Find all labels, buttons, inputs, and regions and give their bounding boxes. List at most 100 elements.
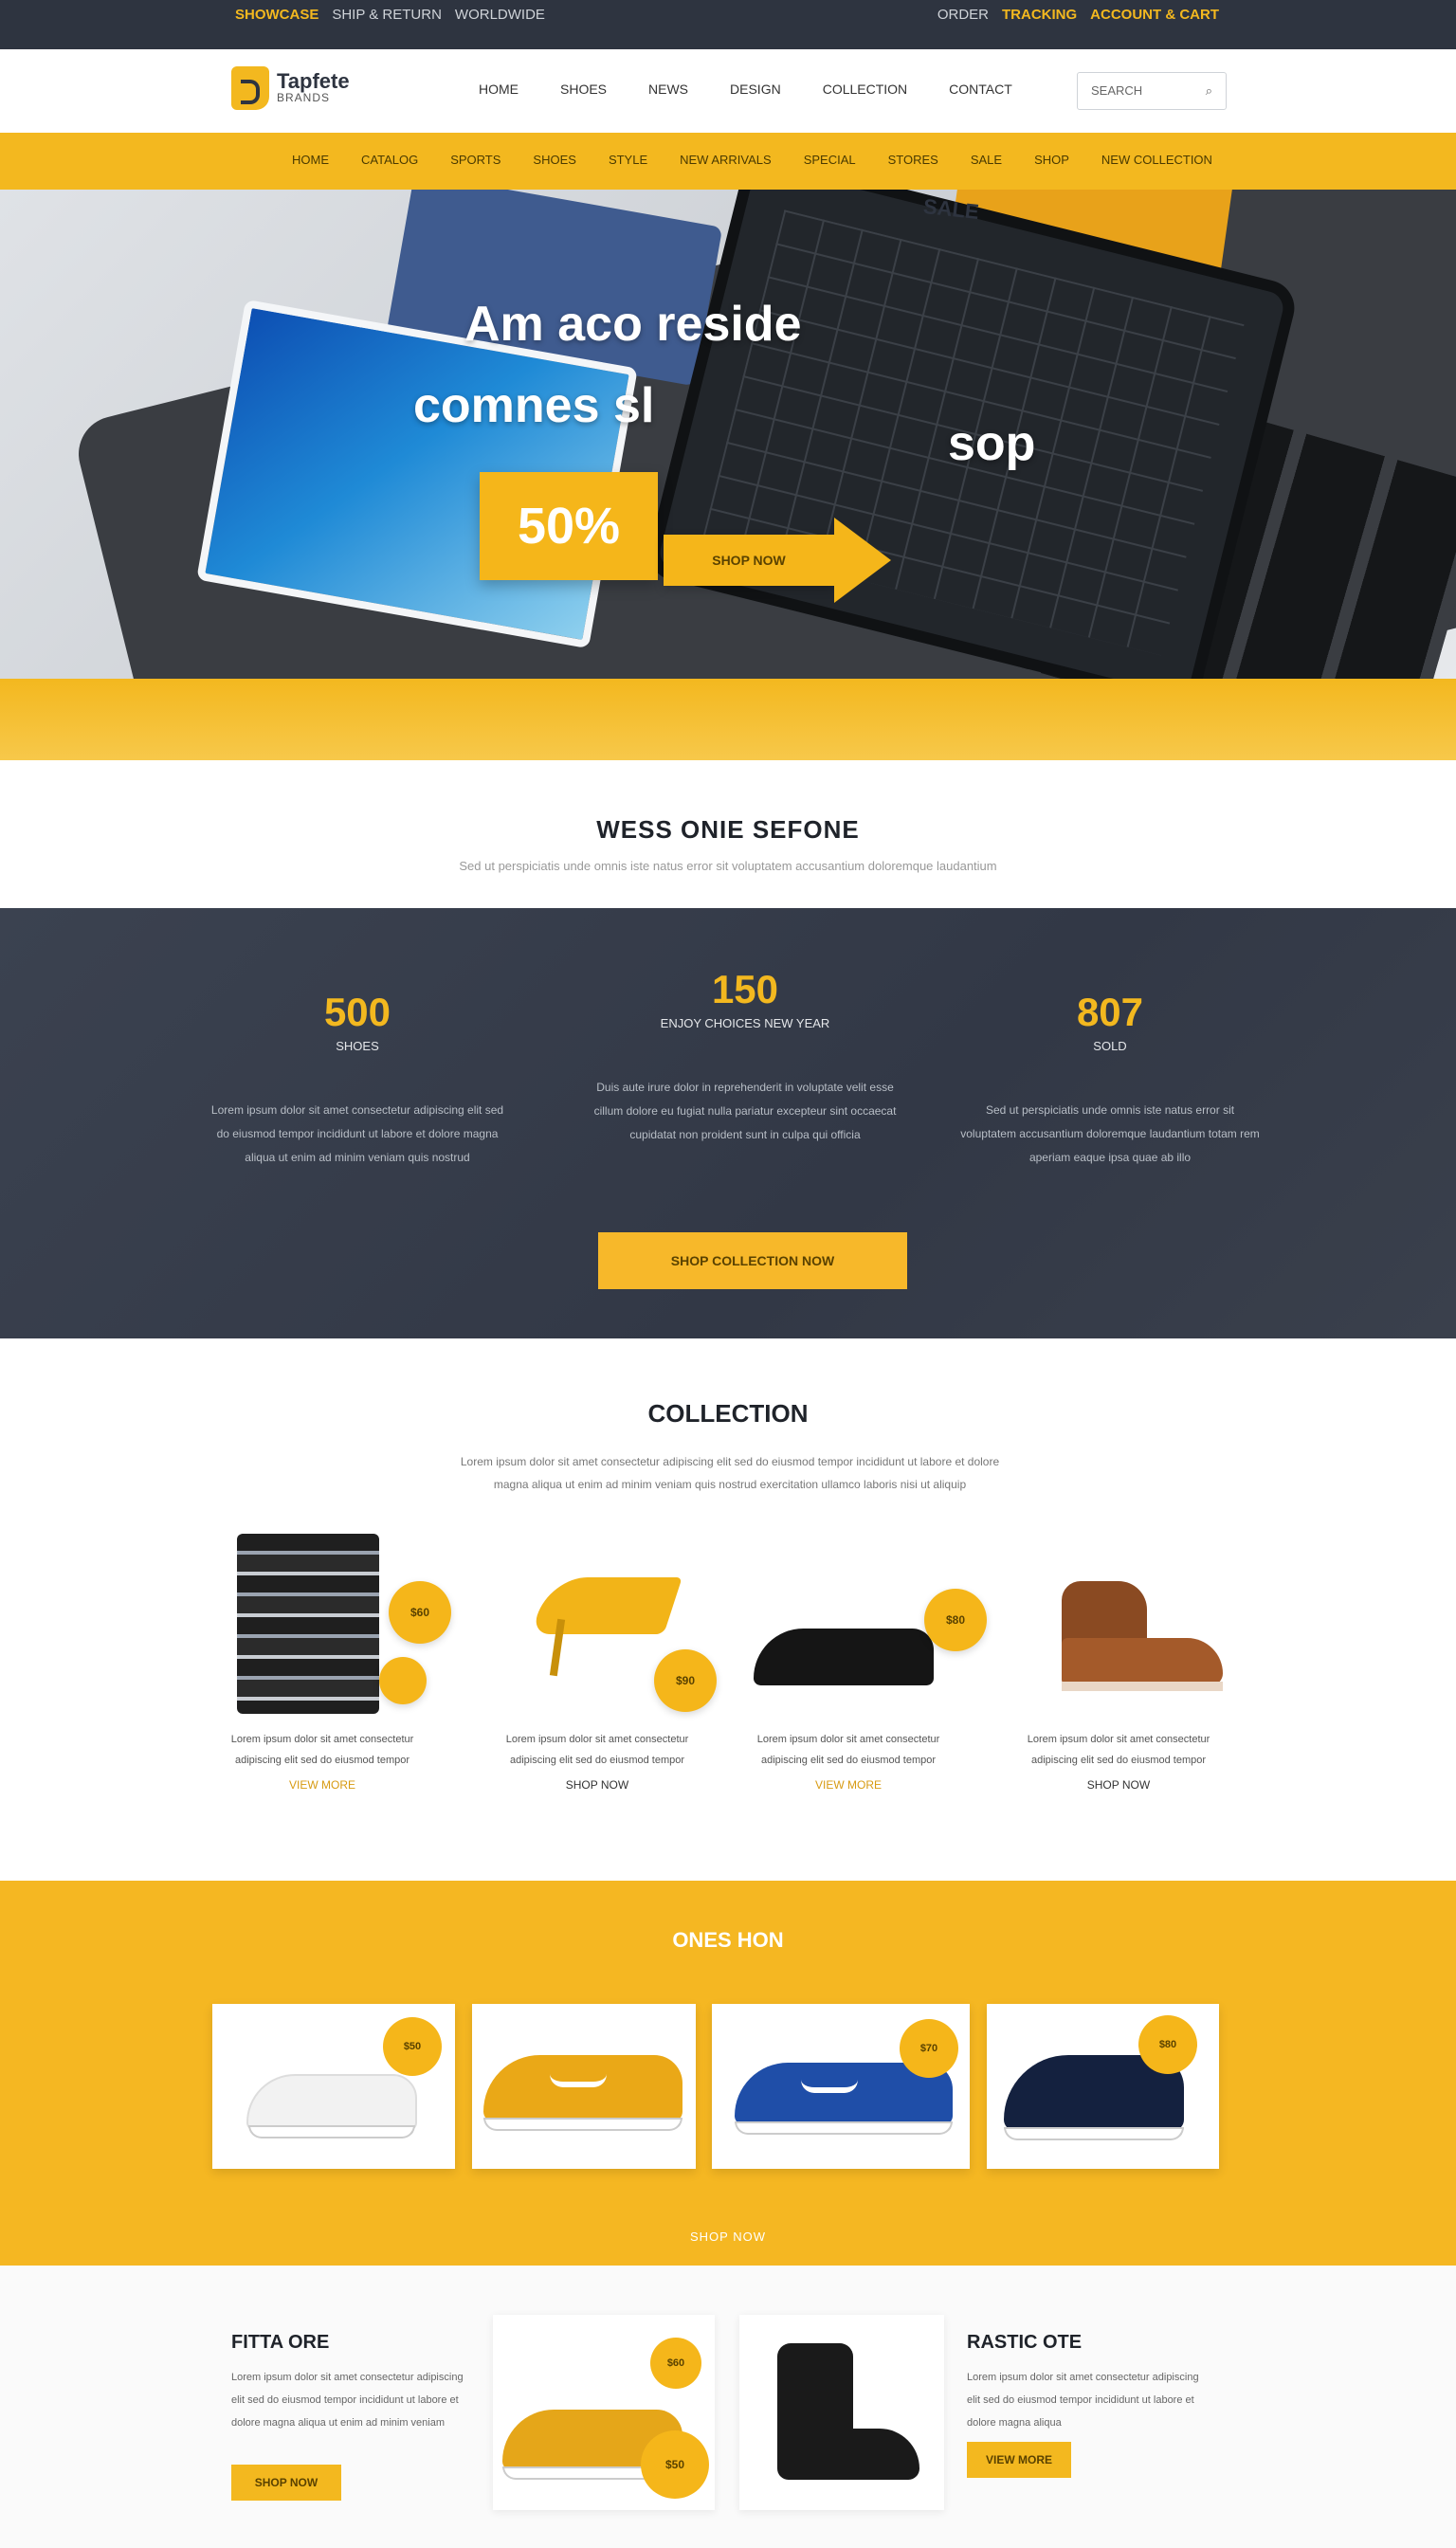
top-link-1[interactable]: SHOWCASE: [235, 7, 318, 23]
product-link[interactable]: SHOP NOW: [1014, 1778, 1223, 1792]
price-badge: $60: [650, 2338, 701, 2389]
price-badge-secondary: [379, 1657, 427, 1704]
price-badge: $50: [641, 2430, 709, 2499]
showcase-card[interactable]: $50: [212, 2004, 455, 2169]
yellow-heel-image: [521, 1562, 682, 1677]
hero-title-line-1: Am aco reside: [464, 297, 802, 352]
stat-number: 807: [1076, 990, 1144, 1034]
white-sneaker-image: [246, 2074, 417, 2138]
stat-label: SOLD: [1093, 1039, 1127, 1053]
product-link[interactable]: VIEW MORE: [744, 1778, 953, 1792]
top-link-2[interactable]: SHIP & RETURN: [332, 7, 442, 23]
stat-label: ENJOY CHOICES NEW YEAR: [660, 1016, 830, 1030]
product-image: $80: [744, 1524, 987, 1714]
showcase-card[interactable]: [472, 2004, 696, 2169]
hero-banner: SALE Am aco reside comnes sl sop 50% SHO…: [0, 190, 1456, 679]
showcase-card[interactable]: $80: [987, 2004, 1219, 2169]
category-item[interactable]: SPORTS: [450, 153, 500, 167]
category-item[interactable]: SALE: [971, 153, 1002, 167]
black-boot-image: [777, 2429, 919, 2480]
search-icon[interactable]: ⌕: [1206, 83, 1212, 99]
product-card[interactable]: $60 Lorem ipsum dolor sit amet consectet…: [218, 1524, 451, 1792]
stat-number: 150: [711, 967, 779, 1011]
site-header: Tapfete BRANDS HOME SHOES NEWS DESIGN CO…: [0, 49, 1456, 133]
product-card[interactable]: Lorem ipsum dolor sit amet consectetur a…: [1014, 1524, 1223, 1792]
yellow-sneaker-image: [483, 2055, 682, 2131]
brown-boot-image: [1043, 1581, 1223, 1695]
price-badge: $80: [1138, 2015, 1197, 2074]
discount-badge: 50%: [480, 472, 658, 580]
category-item[interactable]: SHOP: [1034, 153, 1069, 167]
category-nav: HOME CATALOG SPORTS SHOES STYLE NEW ARRI…: [0, 133, 1456, 190]
top-link-3[interactable]: WORLDWIDE: [455, 7, 545, 23]
top-bar: SHOWCASE SHIP & RETURN WORLDWIDE ORDER T…: [0, 0, 1456, 49]
logo[interactable]: Tapfete BRANDS: [231, 66, 350, 110]
welcome-title: WESS ONIE SEFONE: [596, 815, 860, 844]
category-item[interactable]: STYLE: [609, 153, 647, 167]
nav-item-news[interactable]: NEWS: [648, 82, 688, 97]
hero-title-line-3: sop: [948, 416, 1036, 471]
search-placeholder: SEARCH: [1091, 83, 1143, 98]
feature-card[interactable]: [739, 2315, 944, 2510]
category-item[interactable]: CATALOG: [361, 153, 418, 167]
stat-number: 500: [323, 990, 391, 1034]
product-text: Lorem ipsum dolor sit amet consectetur a…: [756, 1734, 940, 1766]
nav-item-home[interactable]: HOME: [479, 82, 519, 97]
featured-showcase: ONES HON $50 $70 $80 SHOP NOW: [0, 1881, 1456, 2266]
nav-item-design[interactable]: DESIGN: [730, 82, 781, 97]
showcase-link[interactable]: SHOP NOW: [0, 2230, 1456, 2244]
welcome-subtitle: Sed ut perspiciatis unde omnis iste natu…: [459, 859, 997, 873]
stat-text: Duis aute irure dolor in reprehenderit i…: [593, 1081, 897, 1141]
category-item[interactable]: SHOES: [533, 153, 576, 167]
category-item[interactable]: NEW ARRIVALS: [680, 153, 772, 167]
feature-right-title: RASTIC OTE: [967, 2332, 1083, 2353]
stat-text: Sed ut perspiciatis unde omnis iste natu…: [960, 1103, 1260, 1164]
nav-item-shoes[interactable]: SHOES: [560, 82, 607, 97]
logo-sub: BRANDS: [277, 91, 331, 104]
feature-left-button[interactable]: SHOP NOW: [231, 2465, 341, 2501]
price-badge: $50: [383, 2017, 442, 2076]
feature-right-text: Lorem ipsum dolor sit amet consectetur a…: [967, 2372, 1199, 2429]
nav-item-collection[interactable]: COLLECTION: [823, 82, 907, 97]
category-item[interactable]: HOME: [292, 153, 329, 167]
logo-name: Tapfete: [277, 69, 350, 93]
feature-left-title: FITTA ORE: [231, 2332, 330, 2353]
product-image: [1014, 1524, 1223, 1714]
category-item[interactable]: SPECIAL: [804, 153, 856, 167]
showcase-title: ONES HON: [672, 1928, 784, 1952]
main-nav: HOME SHOES NEWS DESIGN COLLECTION CONTAC…: [479, 82, 1012, 97]
shoebox-stack-image: [237, 1534, 379, 1714]
price-badge: $80: [924, 1589, 987, 1651]
product-card[interactable]: $80 Lorem ipsum dolor sit amet consectet…: [744, 1524, 987, 1792]
feature-right-button[interactable]: VIEW MORE: [967, 2442, 1071, 2478]
price-badge: $90: [654, 1649, 717, 1712]
top-right-link-3[interactable]: ACCOUNT & CART: [1090, 7, 1219, 23]
feature-card[interactable]: $60 $50: [493, 2315, 715, 2510]
search-input[interactable]: SEARCH ⌕: [1077, 72, 1227, 110]
top-right-link-1[interactable]: ORDER: [937, 7, 989, 23]
showcase-card[interactable]: $70: [712, 2004, 970, 2169]
product-image: $60: [218, 1524, 451, 1714]
category-item[interactable]: STORES: [888, 153, 938, 167]
stat-item: 807 SOLD Sed ut perspiciatis unde omnis …: [949, 990, 1271, 1170]
hero-cta-button[interactable]: SHOP NOW: [664, 518, 891, 603]
product-link[interactable]: SHOP NOW: [493, 1778, 701, 1792]
category-item[interactable]: NEW COLLECTION: [1101, 153, 1212, 167]
product-text: Lorem ipsum dolor sit amet consectetur a…: [1027, 1734, 1210, 1766]
nav-item-contact[interactable]: CONTACT: [949, 82, 1012, 97]
product-link[interactable]: VIEW MORE: [218, 1778, 427, 1792]
product-image: $90: [493, 1524, 717, 1714]
product-text: Lorem ipsum dolor sit amet consectetur a…: [505, 1734, 689, 1766]
stat-label: SHOES: [336, 1039, 379, 1053]
product-text: Lorem ipsum dolor sit amet consectetur a…: [230, 1734, 414, 1766]
stat-text: Lorem ipsum dolor sit amet consectetur a…: [210, 1103, 504, 1164]
stat-item: 500 SHOES Lorem ipsum dolor sit amet con…: [196, 990, 519, 1170]
top-bar-left: SHOWCASE SHIP & RETURN WORLDWIDE: [235, 7, 545, 23]
price-badge: $70: [900, 2019, 958, 2078]
yellow-divider-band: [0, 679, 1456, 760]
product-card[interactable]: $90 Lorem ipsum dolor sit amet consectet…: [493, 1524, 717, 1792]
price-badge: $60: [389, 1581, 451, 1644]
feature-left-text: Lorem ipsum dolor sit amet consectetur a…: [231, 2372, 464, 2429]
shop-collection-button[interactable]: SHOP COLLECTION NOW: [598, 1232, 907, 1289]
top-right-link-2[interactable]: TRACKING: [1002, 7, 1077, 23]
